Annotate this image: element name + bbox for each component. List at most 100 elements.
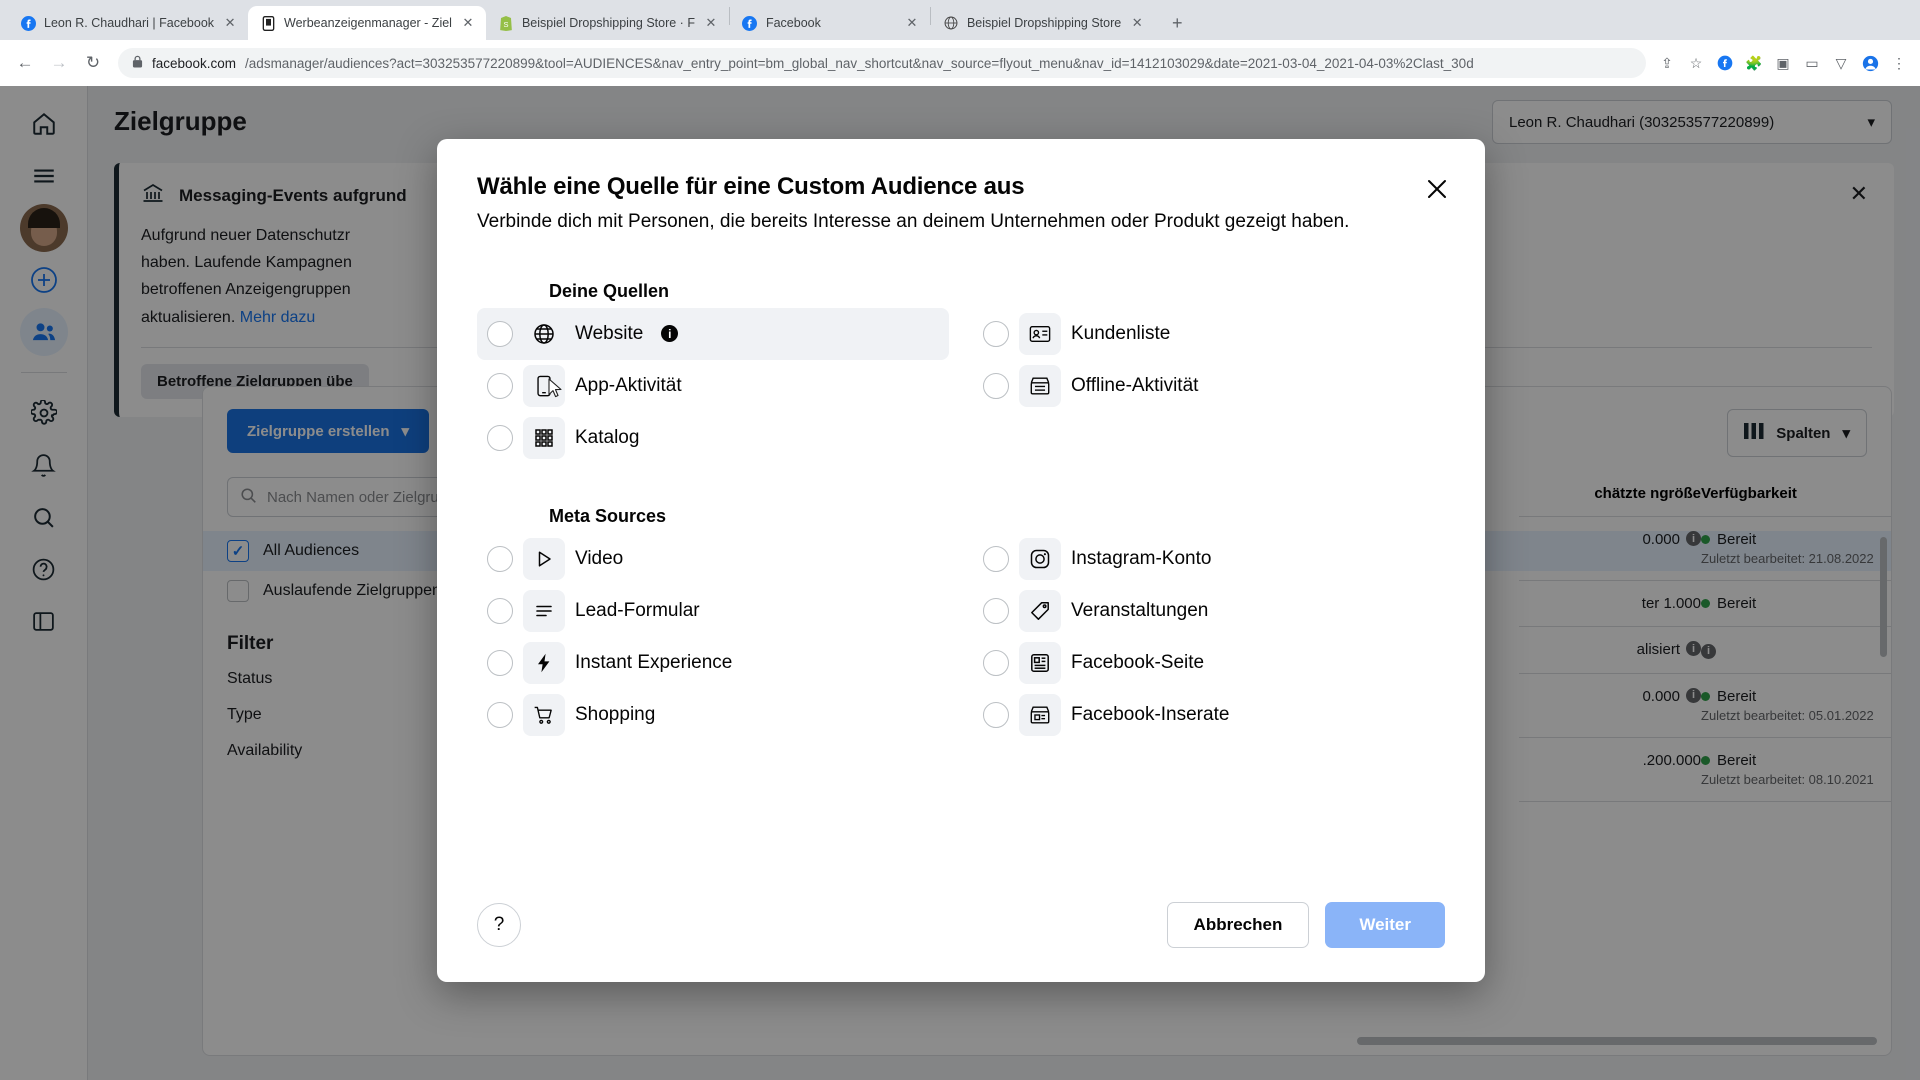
help-button[interactable]: ? [477,903,521,947]
option-label: Offline-Aktivität [1071,374,1199,396]
option-empty-slot [973,412,1445,464]
option-offline-aktivitaet[interactable]: Offline-Aktivität [973,360,1445,412]
tab-title: Leon R. Chaudhari | Facebook [44,16,215,30]
globe-icon [943,15,959,31]
play-icon [523,537,565,580]
tab-title: Werbeanzeigenmanager - Ziel [284,16,452,30]
option-label: Katalog [575,426,640,448]
next-button[interactable]: Weiter [1325,902,1445,948]
section-heading-meta-sources: Meta Sources [549,505,667,526]
option-label: Facebook-Inserate [1071,703,1230,725]
option-label: Kundenliste [1071,322,1171,344]
close-icon[interactable] [1419,171,1455,207]
omnibox-actions: ⇪ ☆ 🧩 ▣ ▭ ▽ ⋮ [1656,52,1910,74]
dialog-footer: ? Abbrechen Weiter [437,902,1485,982]
profile-icon[interactable] [1859,52,1881,74]
tab-title: Beispiel Dropshipping Store [966,16,1122,30]
url-path: /adsmanager/audiences?act=30325357722089… [245,55,1474,71]
option-instant-experience[interactable]: Instant Experience [477,637,949,689]
option-instagram-konto[interactable]: Instagram-Konto [973,533,1445,585]
browser-tab[interactable]: Beispiel Dropshipping Store ✕ [931,6,1155,40]
option-facebook-inserate[interactable]: Facebook-Inserate [973,689,1445,741]
cart-icon [523,693,565,736]
custom-audience-source-dialog: Wähle eine Quelle für eine Custom Audien… [437,139,1485,982]
browser-chrome: Leon R. Chaudhari | Facebook ✕ Werbeanze… [0,0,1920,114]
radio-app-aktivitaet[interactable] [487,372,513,399]
window-icon[interactable]: ▣ [1772,52,1794,74]
tab-close-icon[interactable]: ✕ [703,15,719,31]
radio-website[interactable] [487,320,513,347]
address-bar[interactable]: facebook.com/adsmanager/audiences?act=30… [118,48,1646,78]
browser-tab-active[interactable]: Werbeanzeigenmanager - Ziel ✕ [248,6,486,40]
grid-icon [523,416,565,459]
star-icon[interactable]: ☆ [1685,52,1707,74]
facebook-icon[interactable] [1714,52,1736,74]
cancel-button[interactable]: Abbrechen [1166,902,1310,948]
mouse-cursor [548,378,564,398]
option-label: Facebook-Seite [1071,651,1205,673]
facebook-icon [20,15,36,31]
forward-button[interactable]: → [44,48,74,78]
cast-icon[interactable]: ▭ [1801,52,1823,74]
bolt-icon [523,641,565,684]
menu-icon[interactable]: ⋮ [1888,52,1910,74]
browser-tab[interactable]: S Beispiel Dropshipping Store · F ✕ [486,6,729,40]
puzzle-icon[interactable]: 🧩 [1743,52,1765,74]
section-heading-own-sources: Deine Quellen [549,280,670,301]
tab-title: Beispiel Dropshipping Store · F [521,16,695,30]
option-website[interactable]: Website i [477,307,949,360]
radio-lead-formular[interactable] [487,597,513,624]
browser-tab[interactable]: Facebook ✕ [730,6,930,40]
tab-close-icon[interactable]: ✕ [904,15,920,31]
option-label: Veranstaltungen [1071,599,1209,621]
option-facebook-seite[interactable]: Facebook-Seite [973,637,1445,689]
radio-shopping[interactable] [487,701,513,728]
url-host: facebook.com [152,55,237,71]
ticket-icon [1019,589,1061,632]
new-tab-button[interactable]: + [1163,9,1191,37]
option-lead-formular[interactable]: Lead-Formular [477,585,949,637]
store-icon [1019,364,1061,407]
option-label: Video [575,547,624,569]
option-label: App-Aktivität [575,374,682,396]
option-kundenliste[interactable]: Kundenliste [973,308,1445,360]
reload-button[interactable]: ↻ [78,48,108,78]
share-icon[interactable]: ⇪ [1656,52,1678,74]
dialog-title: Wähle eine Quelle für eine Custom Audien… [477,173,1025,200]
own-sources-grid: Website i Kundenliste App-Aktivität Offl… [477,307,1445,464]
dialog-body: Deine Quellen Website i Kundenliste App-… [437,235,1485,902]
radio-kundenliste[interactable] [983,320,1009,347]
page-icon [1019,641,1061,684]
option-label: Shopping [575,703,656,725]
tab-close-icon[interactable]: ✕ [222,15,238,31]
info-icon[interactable]: i [661,325,679,343]
option-video[interactable]: Video [477,533,949,585]
option-label: Instant Experience [575,651,733,673]
radio-facebook-seite[interactable] [983,649,1009,676]
tab-title: Facebook [765,16,821,30]
back-button[interactable]: ← [10,48,40,78]
dialog-header: Wähle eine Quelle für eine Custom Audien… [437,139,1485,235]
omnibox-row: ← → ↻ facebook.com/adsmanager/audiences?… [0,40,1920,86]
meta-sources-grid: Video Instagram-Konto Lead-Formular Vera… [477,533,1445,741]
option-shopping[interactable]: Shopping [477,689,949,741]
bell-icon[interactable]: ▽ [1830,52,1852,74]
radio-offline-aktivitaet[interactable] [983,372,1009,399]
facebook-icon [742,15,758,31]
browser-tab[interactable]: Leon R. Chaudhari | Facebook ✕ [8,6,248,40]
radio-instagram-konto[interactable] [983,545,1009,572]
radio-facebook-inserate[interactable] [983,701,1009,728]
option-katalog[interactable]: Katalog [477,412,949,464]
shopify-icon: S [498,15,514,31]
option-label: Lead-Formular [575,599,700,621]
tab-strip: Leon R. Chaudhari | Facebook ✕ Werbeanze… [0,0,1920,40]
tab-close-icon[interactable]: ✕ [460,15,476,31]
option-label: Instagram-Konto [1071,547,1212,569]
option-veranstaltungen[interactable]: Veranstaltungen [973,585,1445,637]
radio-katalog[interactable] [487,424,513,451]
radio-veranstaltungen[interactable] [983,597,1009,624]
svg-text:S: S [503,19,508,28]
tab-close-icon[interactable]: ✕ [1129,15,1145,31]
radio-instant-experience[interactable] [487,649,513,676]
radio-video[interactable] [487,545,513,572]
